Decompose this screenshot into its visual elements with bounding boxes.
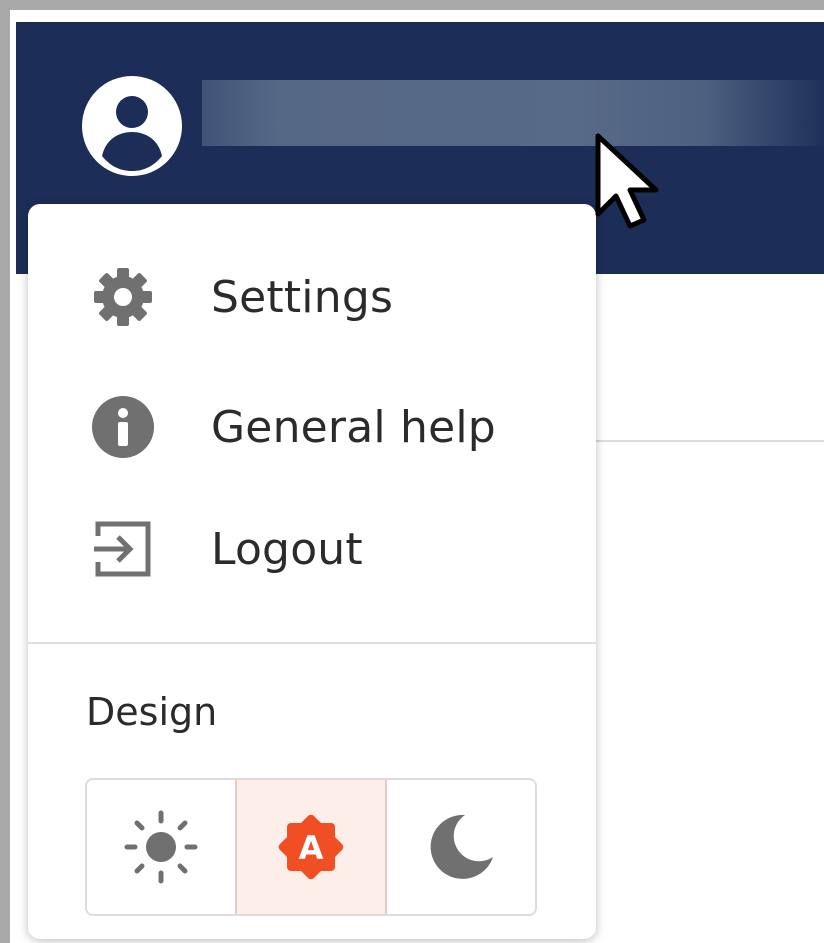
logout-icon — [90, 516, 156, 582]
menu-item-logout[interactable]: Logout — [28, 494, 596, 604]
theme-switcher: A — [85, 778, 537, 916]
theme-light-button[interactable] — [87, 780, 235, 914]
theme-auto-button[interactable]: A — [235, 780, 385, 914]
content-divider — [595, 440, 824, 442]
user-dropdown-menu: Settings General help Logout Design A — [28, 204, 596, 939]
design-section-title: Design — [86, 690, 218, 734]
app-window: Settings General help Logout Design A — [10, 10, 824, 943]
theme-dark-button[interactable] — [385, 780, 535, 914]
menu-item-general-help[interactable]: General help — [28, 372, 596, 482]
menu-divider — [28, 642, 596, 644]
mouse-cursor-icon — [595, 133, 659, 229]
auto-theme-icon: A — [278, 814, 344, 880]
sun-icon — [124, 810, 198, 884]
menu-item-label: Settings — [211, 271, 394, 323]
menu-item-settings[interactable]: Settings — [28, 242, 596, 352]
auto-theme-badge: A — [299, 829, 324, 867]
info-icon — [90, 394, 156, 460]
gear-icon — [90, 264, 156, 330]
menu-item-label: Logout — [211, 523, 363, 575]
moon-icon — [430, 814, 493, 879]
user-circle-icon — [82, 76, 182, 176]
menu-item-label: General help — [211, 401, 496, 453]
user-name-redacted — [202, 80, 824, 146]
user-avatar-button[interactable] — [80, 74, 184, 178]
